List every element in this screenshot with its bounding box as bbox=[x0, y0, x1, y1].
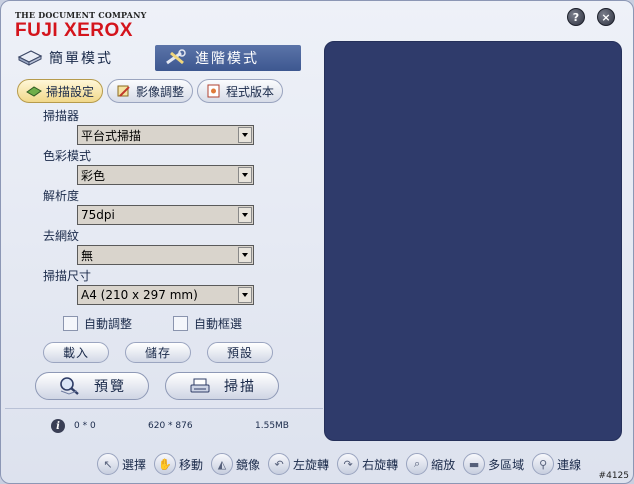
image-adjust-icon bbox=[117, 85, 130, 97]
chevron-down-icon bbox=[238, 287, 252, 303]
color-mode-value: 彩色 bbox=[81, 168, 106, 183]
scanner-icon bbox=[17, 50, 43, 66]
bottom-toolbar: ↖ 選擇 ✋ 移動 ◭ 鏡像 ↶ 左旋轉 ↷ 右旋轉 ⌕ 縮放 ▬ 多區域 ⚲ bbox=[97, 450, 589, 478]
rotate-right-icon: ↷ bbox=[337, 453, 360, 475]
color-mode-label: 色彩模式 bbox=[43, 149, 92, 163]
scanner-label: 掃描器 bbox=[43, 109, 80, 123]
save-button[interactable]: 儲存 bbox=[125, 342, 191, 363]
tab-version[interactable]: 程式版本 bbox=[197, 79, 284, 103]
tab-label: 影像調整 bbox=[136, 84, 185, 99]
scanner-value: 平台式掃描 bbox=[81, 128, 142, 143]
tool-label: 移動 bbox=[179, 457, 204, 472]
descreen-value: 無 bbox=[81, 248, 94, 263]
close-icon: × bbox=[601, 10, 611, 24]
mode-switcher: 簡單模式 進階模式 bbox=[9, 45, 301, 71]
auto-crop-checkbox[interactable]: 自動框選 bbox=[173, 315, 242, 332]
tab-label: 掃描設定 bbox=[46, 84, 95, 99]
status-bar: i 0 * 0 620 * 876 1.55MB bbox=[41, 419, 301, 435]
resolution-label: 解析度 bbox=[43, 189, 80, 203]
scan-size-value: A4 (210 x 297 mm) bbox=[81, 288, 198, 302]
scan-settings-icon bbox=[26, 86, 42, 97]
tool-multi-region[interactable]: ▬ 多區域 bbox=[463, 453, 524, 475]
scanner-icon bbox=[190, 378, 210, 393]
resolution-value: 75dpi bbox=[81, 208, 115, 222]
simple-mode-button[interactable]: 簡單模式 bbox=[17, 45, 147, 71]
hand-move-icon: ✋ bbox=[154, 453, 177, 475]
auto-adjust-label: 自動調整 bbox=[84, 317, 133, 331]
tool-label: 右旋轉 bbox=[362, 457, 399, 472]
help-icon: ? bbox=[572, 10, 580, 24]
tool-rotate-right[interactable]: ↷ 右旋轉 bbox=[337, 453, 398, 475]
tool-label: 鏡像 bbox=[236, 457, 261, 472]
brand-logo: THE DOCUMENT COMPANY FUJI XEROX bbox=[15, 10, 147, 42]
help-button[interactable]: ? bbox=[567, 8, 585, 26]
checkbox-box[interactable] bbox=[63, 316, 78, 331]
divider bbox=[5, 408, 323, 409]
color-mode-select[interactable]: 彩色 bbox=[77, 165, 254, 185]
tool-mirror[interactable]: ◭ 鏡像 bbox=[211, 453, 260, 475]
chevron-down-icon bbox=[238, 247, 252, 263]
tool-link[interactable]: ⚲ 連線 bbox=[532, 453, 581, 475]
preview-area[interactable] bbox=[324, 41, 622, 441]
chevron-down-icon bbox=[238, 207, 252, 223]
auto-adjust-checkbox[interactable]: 自動調整 bbox=[63, 315, 132, 332]
cursor-position: 0 * 0 bbox=[74, 421, 96, 431]
auto-crop-label: 自動框選 bbox=[194, 317, 243, 331]
preview-label: 預覽 bbox=[94, 379, 126, 395]
zoom-icon: ⌕ bbox=[406, 453, 429, 475]
tool-label: 多區域 bbox=[488, 457, 525, 472]
tab-scan-settings[interactable]: 掃描設定 bbox=[17, 79, 104, 103]
checkbox-box[interactable] bbox=[173, 316, 188, 331]
tool-label: 選擇 bbox=[122, 457, 147, 472]
tool-rotate-left[interactable]: ↶ 左旋轉 bbox=[268, 453, 329, 475]
version-icon bbox=[207, 84, 220, 98]
tools-icon bbox=[166, 49, 186, 65]
tool-zoom[interactable]: ⌕ 縮放 bbox=[406, 453, 455, 475]
rotate-left-icon: ↶ bbox=[268, 453, 291, 475]
default-button[interactable]: 預設 bbox=[207, 342, 273, 363]
mirror-icon: ◭ bbox=[211, 453, 234, 475]
tool-label: 左旋轉 bbox=[293, 457, 330, 472]
multi-region-icon: ▬ bbox=[463, 453, 486, 475]
corner-tag: #4125 bbox=[598, 471, 629, 481]
tool-label: 連線 bbox=[557, 457, 582, 472]
chevron-down-icon bbox=[238, 167, 252, 183]
file-size: 1.55MB bbox=[255, 421, 289, 431]
simple-mode-label: 簡單模式 bbox=[49, 51, 113, 67]
descreen-label: 去網紋 bbox=[43, 229, 80, 243]
brand-company: THE DOCUMENT COMPANY bbox=[15, 10, 147, 20]
scan-size-select[interactable]: A4 (210 x 297 mm) bbox=[77, 285, 254, 305]
advanced-mode-label: 進階模式 bbox=[195, 51, 259, 67]
info-icon: i bbox=[51, 419, 65, 433]
image-dimensions: 620 * 876 bbox=[148, 421, 193, 431]
descreen-select[interactable]: 無 bbox=[77, 245, 254, 265]
magnifier-icon bbox=[60, 377, 79, 395]
close-button[interactable]: × bbox=[597, 8, 615, 26]
chevron-down-icon bbox=[238, 127, 252, 143]
scan-label: 掃描 bbox=[224, 379, 256, 395]
tab-label: 程式版本 bbox=[226, 84, 275, 99]
scan-size-label: 掃描尺寸 bbox=[43, 269, 92, 283]
tool-label: 縮放 bbox=[431, 457, 456, 472]
link-icon: ⚲ bbox=[532, 453, 555, 475]
tool-select[interactable]: ↖ 選擇 bbox=[97, 453, 146, 475]
load-button[interactable]: 載入 bbox=[43, 342, 109, 363]
preview-button[interactable]: 預覽 bbox=[35, 372, 149, 400]
tab-image-adjust[interactable]: 影像調整 bbox=[107, 79, 194, 103]
resolution-select[interactable]: 75dpi bbox=[77, 205, 254, 225]
scanner-select[interactable]: 平台式掃描 bbox=[77, 125, 254, 145]
advanced-mode-button[interactable]: 進階模式 bbox=[155, 45, 301, 71]
scan-button[interactable]: 掃描 bbox=[165, 372, 279, 400]
brand-name: FUJI XEROX bbox=[15, 20, 133, 41]
select-arrow-icon: ↖ bbox=[97, 453, 119, 475]
app-window: THE DOCUMENT COMPANY FUJI XEROX ? × 簡單模式… bbox=[0, 0, 634, 484]
tool-move[interactable]: ✋ 移動 bbox=[154, 453, 203, 475]
settings-tabs: 掃描設定 影像調整 程式版本 bbox=[17, 79, 284, 103]
